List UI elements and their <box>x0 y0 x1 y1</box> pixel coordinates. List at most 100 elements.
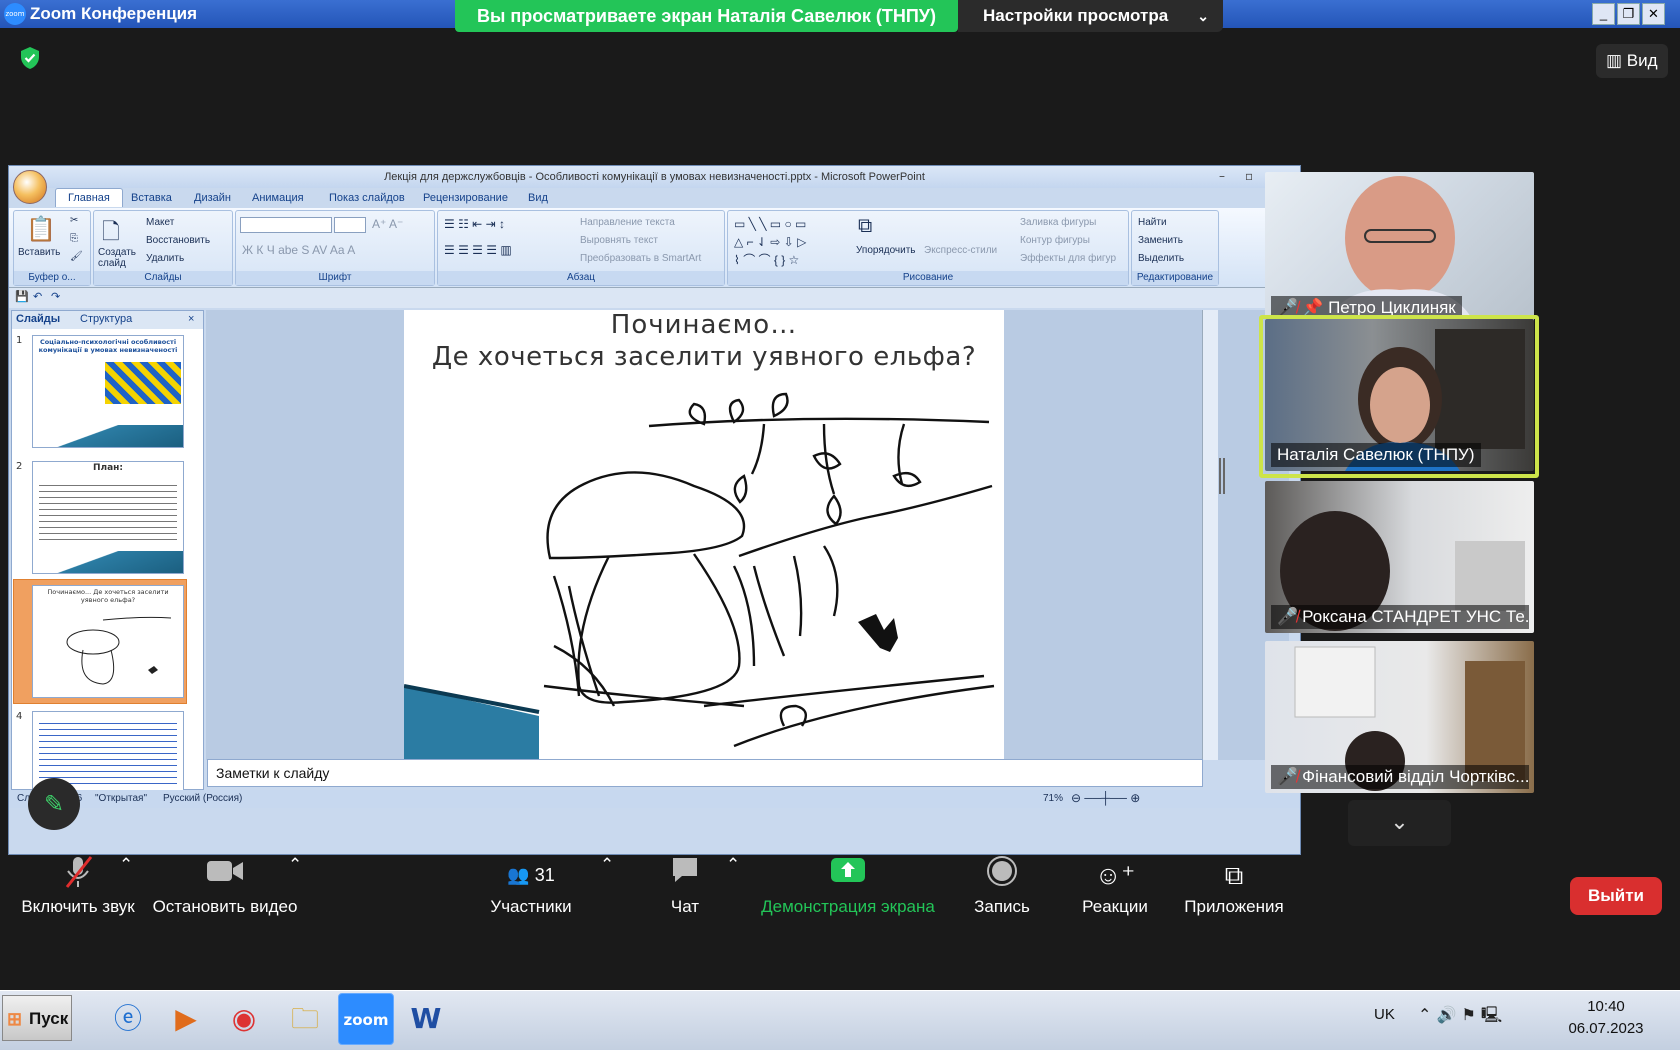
video-options-caret-icon[interactable]: ⌃ <box>288 855 302 875</box>
maximize-button[interactable]: ❐ <box>1617 3 1640 25</box>
gallery-scroll-down-button[interactable]: ⌄ <box>1348 800 1451 846</box>
tab-home[interactable]: Главная <box>55 188 123 207</box>
explorer-icon[interactable]: 🗀 <box>277 993 333 1045</box>
text-direction-button[interactable]: Направление текста <box>580 217 675 228</box>
stop-video-button[interactable]: Остановить видео <box>150 855 300 917</box>
encryption-shield-icon[interactable] <box>18 46 42 70</box>
participants-label: Участники <box>490 897 572 916</box>
slide-scrollbar[interactable] <box>1202 310 1218 760</box>
font-format-icons[interactable]: Ж К Ч abe S AV Aa A <box>242 243 355 257</box>
participants-caret-icon[interactable]: ⌃ <box>600 855 614 875</box>
paste-button[interactable]: Вставить <box>18 247 60 258</box>
font-name-input[interactable] <box>240 217 332 233</box>
reactions-button[interactable]: ☺⁺ Реакции <box>1080 855 1150 917</box>
shape-outline-button[interactable]: Контур фигуры <box>1020 235 1090 246</box>
tab-slideshow[interactable]: Показ слайдов <box>329 192 405 204</box>
tab-insert[interactable]: Вставка <box>131 192 172 204</box>
ppt-restore-icon[interactable]: ▫ <box>1245 169 1253 183</box>
view-settings-dropdown[interactable]: Настройки просмотра ⌄ <box>958 0 1223 32</box>
notes-field[interactable]: Заметки к слайду <box>207 759 1203 787</box>
start-label: Пуск <box>29 1009 69 1028</box>
replace-button[interactable]: Заменить <box>1138 235 1183 246</box>
reset-button[interactable]: Восстановить <box>146 235 210 246</box>
name-text: Фінансовий відділ Чортківс... <box>1302 767 1529 786</box>
layout-button[interactable]: Макет <box>146 217 174 228</box>
align-icons[interactable]: ☰ ☰ ☰ ☰ ▥ <box>444 243 512 257</box>
slide-thumbnail[interactable]: План: <box>32 461 184 574</box>
name-text: Наталія Савелюк (ТНПУ) <box>1277 445 1475 464</box>
share-screen-button[interactable]: Демонстрация экрана <box>756 855 940 917</box>
participant-tile[interactable]: 🎤̸ 📌 Петро Циклиняк <box>1265 172 1534 324</box>
group-label: Абзац <box>438 271 724 285</box>
start-button[interactable]: ⊞ Пуск <box>2 995 72 1041</box>
ie-icon[interactable]: ⓔ <box>100 993 156 1045</box>
leave-button[interactable]: Выйти <box>1570 877 1662 915</box>
ribbon-tabs: Главная Вставка Дизайн Анимация Показ сл… <box>9 188 1300 208</box>
chat-caret-icon[interactable]: ⌃ <box>726 855 740 875</box>
group-drawing: ▭ ╲ ╲ ▭ ○ ▭ △ ⌐ ⇃ ⇨ ⇩ ▷ ⌇ ⌒ ⌒ { } ☆ ⧉ Упор… <box>727 210 1129 286</box>
apps-button[interactable]: ⧉ Приложения <box>1180 855 1288 917</box>
chat-icon <box>665 855 705 895</box>
new-slide-button[interactable]: Создать слайд <box>98 247 138 269</box>
group-label: Редактирование <box>1132 271 1218 285</box>
tab-slides[interactable]: Слайды <box>16 313 60 325</box>
annotate-pen-button[interactable]: ✎ <box>28 778 80 830</box>
arrange-icon[interactable]: ⧉ <box>858 215 872 238</box>
minimize-button[interactable]: _ <box>1592 3 1615 25</box>
zoom-slider[interactable]: ⊖ ──┼── ⊕ <box>1071 791 1140 805</box>
participant-tile-active[interactable]: Наталія Савелюк (ТНПУ) <box>1265 319 1534 471</box>
tab-view[interactable]: Вид <box>528 192 548 204</box>
record-button[interactable]: Запись <box>970 855 1034 917</box>
thumb-text-lines <box>39 718 177 788</box>
format-painter-icon[interactable]: 🖌 <box>70 251 83 262</box>
word-icon[interactable]: W <box>398 993 454 1045</box>
arrange-button[interactable]: Упорядочить <box>856 245 916 256</box>
group-label: Рисование <box>728 271 1128 285</box>
paste-icon[interactable]: 📋 <box>26 215 56 244</box>
zoom-taskbar-icon[interactable]: zoom <box>338 993 394 1045</box>
close-panel-icon[interactable]: × <box>188 313 194 325</box>
media-player-icon[interactable]: ▶ <box>158 993 214 1045</box>
thumb-number: 1 <box>16 335 23 346</box>
thumb-title: Соціально-психологічні особливості комун… <box>38 338 178 354</box>
shape-effects-button[interactable]: Эффекты для фигур <box>1020 253 1116 264</box>
tray-icons[interactable]: ⌃ 🔊 ⚑ 🖳 <box>1418 1004 1502 1031</box>
participant-tile[interactable]: 🎤̸ Фінансовий відділ Чортківс... <box>1265 641 1534 793</box>
undo-icon[interactable]: ↶ <box>33 290 42 303</box>
participant-tile[interactable]: 🎤̸ Роксана СТАНДРЕТ УНС Те... <box>1265 481 1534 633</box>
keyboard-language[interactable]: UK <box>1374 1006 1395 1023</box>
ppt-minimize-icon[interactable]: – <box>1219 169 1225 183</box>
panel-resize-handle[interactable] <box>1219 458 1225 494</box>
select-button[interactable]: Выделить <box>1138 253 1184 264</box>
copy-icon[interactable]: ⎘ <box>70 233 78 244</box>
tab-design[interactable]: Дизайн <box>194 192 231 204</box>
participants-button[interactable]: 👥 31 Участники <box>485 855 577 917</box>
mushroom-elf-drawing <box>404 392 995 760</box>
close-button[interactable]: ✕ <box>1642 3 1665 25</box>
system-clock[interactable]: 10:40 06.07.2023 <box>1568 996 1644 1040</box>
delete-button[interactable]: Удалить <box>146 253 184 264</box>
slide-thumbnail-active[interactable]: Починаємо... Де хочеться заселити уявног… <box>32 585 184 698</box>
tab-outline[interactable]: Структура <box>80 313 132 325</box>
redo-icon[interactable]: ↷ <box>51 290 60 303</box>
align-text-button[interactable]: Выровнять текст <box>580 235 658 246</box>
chrome-icon[interactable]: ◉ <box>216 993 272 1045</box>
grow-font-icon[interactable]: A⁺ A⁻ <box>372 217 403 231</box>
shapes-gallery[interactable]: ▭ ╲ ╲ ▭ ○ ▭ △ ⌐ ⇃ ⇨ ⇩ ▷ ⌇ ⌒ ⌒ { } ☆ <box>734 215 806 269</box>
current-slide[interactable]: Починаємо… Де хочеться заселити уявного … <box>404 310 1004 760</box>
shape-fill-button[interactable]: Заливка фигуры <box>1020 217 1096 228</box>
tab-animation[interactable]: Анимация <box>252 192 304 204</box>
quick-styles-button[interactable]: Экспресс-стили <box>924 245 997 256</box>
slide-thumbnail[interactable]: Соціально-психологічні особливості комун… <box>32 335 184 448</box>
tab-review[interactable]: Рецензирование <box>423 192 508 204</box>
smartart-button[interactable]: Преобразовать в SmartArt <box>580 253 701 264</box>
share-banner: Вы просматриваете экран Наталія Савелюк … <box>455 0 958 32</box>
cut-icon[interactable]: ✂ <box>70 215 78 226</box>
chat-button[interactable]: Чат <box>665 855 705 917</box>
audio-options-caret-icon[interactable]: ⌃ <box>119 855 133 875</box>
font-size-input[interactable] <box>334 217 366 233</box>
view-button[interactable]: ▥ Вид <box>1596 44 1668 78</box>
find-button[interactable]: Найти <box>1138 217 1167 228</box>
list-icons[interactable]: ☰ ☷ ⇤ ⇥ ↕ <box>444 217 505 231</box>
save-icon[interactable]: 💾 <box>15 290 29 303</box>
